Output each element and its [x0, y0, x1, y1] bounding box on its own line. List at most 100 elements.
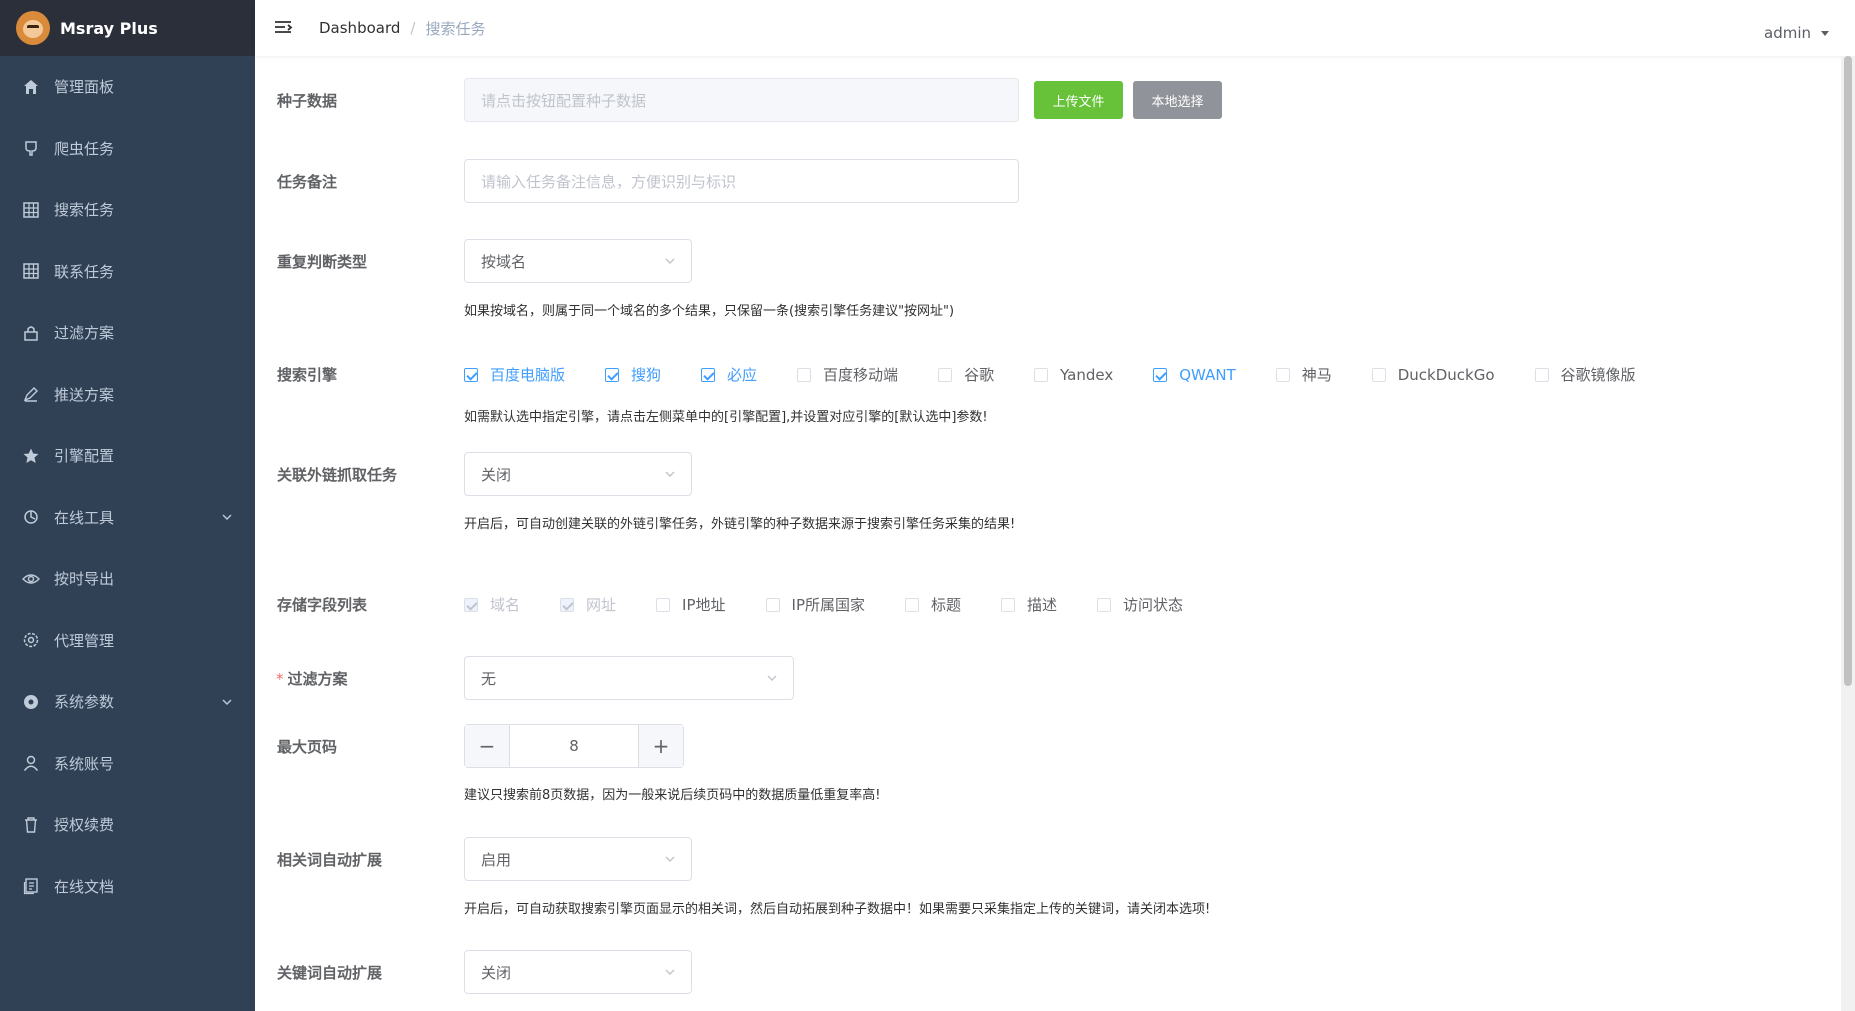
field-checkbox-domain: 域名 [464, 594, 520, 615]
engine-checkbox-google[interactable]: 谷歌 [938, 364, 994, 385]
engine-checkbox-baidu-mobile[interactable]: 百度移动端 [797, 364, 898, 385]
engine-checkbox-yandex[interactable]: Yandex [1034, 366, 1113, 384]
chevron-down-icon [665, 856, 675, 862]
sidebar-item-label: 系统参数 [54, 693, 115, 712]
dedupe-select[interactable]: 按域名 [464, 239, 692, 283]
checkbox-label: IP所属国家 [791, 596, 865, 614]
breadcrumb-dashboard[interactable]: Dashboard [319, 19, 400, 37]
engines-label: 搜索引擎 [277, 366, 338, 384]
local-select-button[interactable]: 本地选择 [1133, 81, 1222, 119]
field-checkbox-status[interactable]: 访问状态 [1097, 594, 1183, 615]
checkbox-box [1371, 367, 1386, 382]
sidebar-item-online-tools[interactable]: 在线工具 [0, 487, 255, 549]
related-select[interactable]: 启用 [464, 837, 692, 881]
engine-checkbox-google-mirror[interactable]: 谷歌镜像版 [1534, 364, 1636, 385]
form-row-related: 相关词自动扩展 启用 开启后，可自动获取搜索引擎页面显示的相关词，然后自动拓展到… [255, 837, 1841, 937]
checkbox-box [605, 367, 620, 382]
engines-hint: 如需默认选中指定引擎，请点击左侧菜单中的[引擎配置],并设置对应引擎的[默认选中… [464, 410, 988, 425]
linked-value: 关闭 [481, 465, 512, 484]
engine-checkbox-duckduckgo[interactable]: DuckDuckGo [1371, 366, 1495, 384]
filter-label: * 过滤方案 [276, 668, 348, 689]
username: admin [1764, 24, 1811, 42]
decrement-button[interactable]: − [465, 725, 510, 767]
note-input[interactable]: 请输入任务备注信息，方便识别与标识 [464, 159, 1019, 203]
checkbox-box [464, 367, 478, 382]
filter-label-text: 过滤方案 [287, 670, 348, 688]
chevron-down-icon [222, 514, 232, 521]
checkbox-label: 访问状态 [1123, 596, 1184, 614]
checkbox-box [656, 597, 671, 612]
max-page-input[interactable]: 8 [510, 725, 638, 767]
monkey-logo-icon [16, 11, 50, 45]
sidebar-item-push-plan[interactable]: 推送方案 [0, 364, 255, 426]
sidebar-item-label: 按时导出 [54, 570, 115, 589]
engine-checkbox-group: 百度电脑版 搜狗 必应 百度移动端 谷歌 Yandex QWANT 神马 Duc… [464, 364, 1636, 385]
related-label: 相关词自动扩展 [277, 851, 383, 869]
brand[interactable]: Msray Plus [0, 0, 255, 56]
checkbox-box [1097, 597, 1112, 612]
checkbox-label: 谷歌镜像版 [1560, 366, 1636, 384]
top-navbar: Dashboard / 搜索任务 admin [255, 0, 1855, 56]
sidebar-item-search-task[interactable]: 搜索任务 [0, 179, 255, 241]
form-row-dedupe: 重复判断类型 按域名 如果按域名，则属于同一个域名的多个结果，只保留一条(搜索引… [255, 239, 1841, 339]
field-checkbox-ip-country[interactable]: IP所属国家 [765, 594, 865, 615]
breadcrumb-current: 搜索任务 [425, 19, 486, 38]
checkbox-label: 标题 [931, 596, 962, 614]
edit-icon [22, 385, 40, 403]
sidebar-item-filter-plan[interactable]: 过滤方案 [0, 302, 255, 364]
form-row-note: 任务备注 请输入任务备注信息，方便识别与标识 [255, 159, 1841, 203]
chevron-down-icon [665, 471, 675, 477]
user-menu[interactable]: admin [1764, 24, 1829, 42]
checkbox-label: 域名 [490, 596, 521, 614]
related-value: 启用 [481, 850, 512, 869]
table-icon [22, 262, 40, 280]
engine-checkbox-sogou[interactable]: 搜狗 [605, 364, 661, 385]
sidebar-item-dashboard[interactable]: 管理面板 [0, 56, 255, 118]
engine-checkbox-bing[interactable]: 必应 [701, 364, 757, 385]
checkbox-label: 百度移动端 [823, 366, 899, 384]
sidebar-item-engine-config[interactable]: 引擎配置 [0, 425, 255, 487]
sidebar-item-timed-export[interactable]: 按时导出 [0, 548, 255, 610]
document-icon [22, 877, 40, 895]
sidebar-item-contact-task[interactable]: 联系任务 [0, 241, 255, 303]
sidebar-item-proxy[interactable]: 代理管理 [0, 610, 255, 672]
engine-checkbox-shenma[interactable]: 神马 [1275, 364, 1332, 385]
field-checkbox-description[interactable]: 描述 [1001, 594, 1057, 615]
table-icon [22, 201, 40, 219]
checkbox-label: 百度电脑版 [490, 366, 566, 384]
eye-icon [22, 570, 40, 588]
sidebar-item-docs[interactable]: 在线文档 [0, 856, 255, 918]
upload-file-button[interactable]: 上传文件 [1034, 81, 1123, 119]
sidebar-item-accounts[interactable]: 系统账号 [0, 733, 255, 795]
maxpage-hint: 建议只搜索前8页数据，因为一般来说后续页码中的数据质量低重复率高! [464, 788, 881, 803]
engine-checkbox-baidu-pc[interactable]: 百度电脑版 [464, 364, 565, 385]
checkbox-label: 搜狗 [631, 366, 662, 384]
checkbox-label: 描述 [1027, 596, 1058, 614]
chevron-down-icon [665, 969, 675, 975]
form-row-max-page: 最大页码 − 8 + 建议只搜索前8页数据，因为一般来说后续页码中的数据质量低重… [255, 724, 1841, 824]
keyword-value: 关闭 [481, 963, 512, 982]
increment-button[interactable]: + [638, 725, 683, 767]
checkbox-label: Yandex [1060, 365, 1114, 384]
sidebar-item-label: 在线文档 [54, 877, 115, 896]
spider-icon [22, 139, 40, 157]
scrollbar-thumb[interactable] [1844, 56, 1852, 686]
engine-checkbox-qwant[interactable]: QWANT [1153, 366, 1236, 384]
field-checkbox-title[interactable]: 标题 [905, 594, 961, 615]
sidebar-item-label: 推送方案 [54, 385, 115, 404]
sidebar-item-system-params[interactable]: 系统参数 [0, 671, 255, 733]
hamburger-icon[interactable] [273, 18, 293, 38]
form-row-keyword: 关键词自动扩展 关闭 [255, 950, 1841, 994]
checkbox-box [905, 597, 919, 612]
field-checkbox-ip[interactable]: IP地址 [656, 594, 726, 615]
sidebar-item-license[interactable]: 授权续费 [0, 794, 255, 856]
filter-select[interactable]: 无 [464, 656, 794, 700]
sidebar-item-label: 过滤方案 [54, 324, 115, 343]
keyword-select[interactable]: 关闭 [464, 950, 692, 994]
app-title: Msray Plus [60, 18, 158, 38]
checkbox-box [1534, 367, 1549, 382]
sidebar-item-crawler[interactable]: 爬虫任务 [0, 118, 255, 180]
linked-select[interactable]: 关闭 [464, 452, 692, 496]
page-scrollbar[interactable] [1841, 56, 1855, 1011]
dedupe-value: 按域名 [481, 252, 527, 271]
